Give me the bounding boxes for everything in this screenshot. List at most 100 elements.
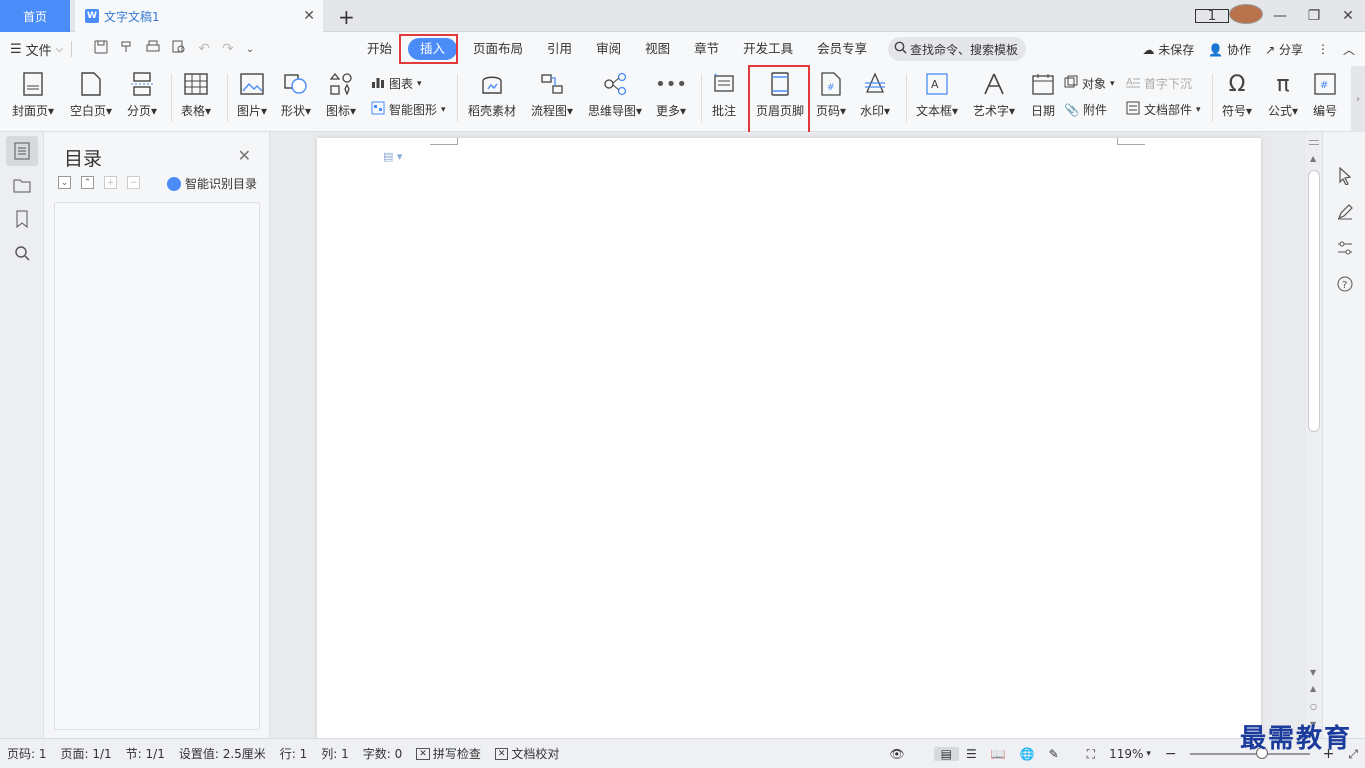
tab-page-layout[interactable]: 页面布局: [461, 38, 535, 60]
symbol-button[interactable]: Ω 符号▾: [1222, 70, 1252, 119]
highlight-header-footer: [748, 65, 810, 141]
smart-graphic-button[interactable]: 智能图形 ▾: [371, 101, 446, 118]
tab-start[interactable]: 开始: [355, 38, 404, 60]
vertical-scrollbar[interactable]: ▲ ▼ ▲ ○ ▼: [1306, 132, 1322, 738]
textbox-button[interactable]: A 文本框▾: [916, 70, 958, 119]
scroll-down-icon[interactable]: ▼: [1310, 668, 1316, 677]
pen-icon[interactable]: [1323, 194, 1365, 230]
fit-page-icon[interactable]: ⛶: [1080, 747, 1102, 762]
undo-icon[interactable]: ↶: [198, 41, 210, 57]
status-pages[interactable]: 页面: 1/1: [54, 745, 119, 762]
select-browse-icon[interactable]: ○: [1310, 702, 1317, 711]
page-number-button[interactable]: # 页码▾: [816, 70, 846, 119]
page-count-indicator[interactable]: 1: [1195, 8, 1229, 24]
doc-part-button[interactable]: 文档部件 ▾: [1126, 101, 1201, 118]
help-icon[interactable]: ?: [1323, 266, 1365, 302]
zoom-level[interactable]: 119% ▾: [1102, 747, 1158, 761]
expand-down-icon[interactable]: ⌄: [58, 176, 71, 189]
status-word-count[interactable]: 字数: 0: [356, 745, 410, 762]
unsaved-button[interactable]: ☁ 未保存: [1142, 41, 1194, 58]
tab-review[interactable]: 审阅: [584, 38, 633, 60]
straw-material-button[interactable]: 稻壳素材: [468, 70, 516, 119]
collapse-ribbon-icon[interactable]: ︿: [1343, 41, 1355, 58]
save-icon[interactable]: [94, 40, 108, 58]
watermark-button[interactable]: 水印▾: [860, 70, 890, 119]
settings-sliders-icon[interactable]: [1323, 230, 1365, 266]
scroll-up-icon[interactable]: ▲: [1310, 154, 1316, 163]
search-input[interactable]: 查找命令、搜索模板: [888, 37, 1026, 61]
flowchart-button[interactable]: 流程图▾: [531, 70, 573, 119]
outline-nav-icon[interactable]: [6, 136, 38, 166]
bookmark-icon[interactable]: [6, 204, 38, 234]
status-setting[interactable]: 设置值: 2.5厘米: [172, 745, 273, 762]
select-cursor-icon[interactable]: [1323, 158, 1365, 194]
table-button[interactable]: 表格▾: [181, 70, 211, 119]
drop-cap-button[interactable]: A 首字下沉: [1126, 75, 1192, 92]
tab-references[interactable]: 引用: [535, 38, 584, 60]
scroll-thumb[interactable]: [1308, 170, 1320, 432]
chart-button[interactable]: 图表 ▾: [371, 75, 422, 92]
print-preview-icon[interactable]: [172, 40, 186, 58]
prev-page-icon[interactable]: ▲: [1310, 684, 1316, 693]
collapse-up-icon[interactable]: ⌃: [81, 176, 94, 189]
blank-page-button[interactable]: 空白页▾: [70, 70, 112, 119]
minimize-icon[interactable]: —: [1263, 8, 1297, 24]
more-icon[interactable]: ⋮: [1317, 42, 1329, 56]
zoom-out-icon[interactable]: −: [1158, 746, 1184, 762]
redo-icon[interactable]: ↷: [222, 41, 234, 57]
date-button[interactable]: 日期: [1030, 70, 1056, 119]
more-button[interactable]: ••• 更多▾: [655, 70, 687, 119]
tab-developer[interactable]: 开发工具: [731, 38, 805, 60]
restore-icon[interactable]: ❐: [1297, 8, 1331, 24]
ribbon-scroll-right-icon[interactable]: ›: [1351, 66, 1365, 132]
close-icon[interactable]: ✕: [238, 146, 251, 165]
comment-button[interactable]: * 批注: [711, 70, 737, 119]
formula-button[interactable]: π 公式▾: [1268, 70, 1298, 119]
user-avatar[interactable]: [1229, 4, 1263, 28]
format-painter-icon[interactable]: [120, 40, 134, 58]
chapter-nav-icon[interactable]: [6, 170, 38, 200]
tab-document[interactable]: W 文字文稿1 ✕: [75, 0, 323, 32]
search-icon[interactable]: [6, 238, 38, 268]
tab-view[interactable]: 视图: [633, 38, 682, 60]
picture-button[interactable]: 图片▾: [237, 70, 267, 119]
collab-button[interactable]: 👤 协作: [1208, 41, 1251, 58]
eye-protect-icon[interactable]: 👁: [882, 747, 911, 761]
cover-page-button[interactable]: 封面页▾: [12, 70, 54, 119]
shape-button[interactable]: 形状▾: [281, 70, 311, 119]
numbering-button[interactable]: # 编号: [1312, 70, 1338, 119]
document-page[interactable]: ▤ ▾: [317, 138, 1261, 748]
more-label: 更多: [656, 104, 681, 118]
tab-home[interactable]: 首页: [0, 0, 70, 32]
customize-qa-icon[interactable]: ⌄: [246, 44, 254, 55]
plus-icon[interactable]: +: [104, 176, 117, 189]
new-tab-button[interactable]: +: [338, 5, 355, 29]
page-view-icon[interactable]: ▤: [933, 747, 959, 761]
status-section[interactable]: 节: 1/1: [119, 745, 172, 762]
icon-library-button[interactable]: 图标▾: [326, 70, 356, 119]
tab-chapter[interactable]: 章节: [682, 38, 731, 60]
wordart-button[interactable]: 艺术字▾: [973, 70, 1015, 119]
status-col[interactable]: 列: 1: [314, 745, 356, 762]
outline-view-icon[interactable]: ☰: [959, 747, 984, 761]
print-icon[interactable]: [146, 40, 160, 58]
spell-check-button[interactable]: ✕ 拼写检查: [409, 745, 488, 762]
share-button[interactable]: ↗ 分享: [1265, 41, 1303, 58]
minus-icon[interactable]: −: [127, 176, 140, 189]
attachment-button[interactable]: 📎 附件: [1064, 101, 1107, 118]
close-tab-icon[interactable]: ✕: [303, 8, 315, 24]
mindmap-button[interactable]: 思维导图▾: [588, 70, 642, 119]
proofread-button[interactable]: ✕ 文档校对: [488, 745, 567, 762]
close-window-icon[interactable]: ✕: [1331, 8, 1365, 24]
smart-recognize-button[interactable]: 智能识别目录: [166, 175, 257, 192]
status-page-number[interactable]: 页码: 1: [0, 745, 54, 762]
paragraph-handle-icon[interactable]: ▤ ▾: [383, 150, 402, 163]
tab-member[interactable]: 会员专享: [805, 38, 879, 60]
status-row[interactable]: 行: 1: [273, 745, 315, 762]
file-menu-button[interactable]: ☰ 文件 ⌵: [10, 40, 63, 59]
reading-view-icon[interactable]: 📖: [984, 747, 1013, 761]
web-view-icon[interactable]: 🌐: [1013, 747, 1042, 761]
object-button[interactable]: 对象 ▾: [1064, 75, 1115, 92]
write-view-icon[interactable]: ✎: [1042, 747, 1066, 761]
page-break-button[interactable]: 分页▾: [127, 70, 157, 119]
